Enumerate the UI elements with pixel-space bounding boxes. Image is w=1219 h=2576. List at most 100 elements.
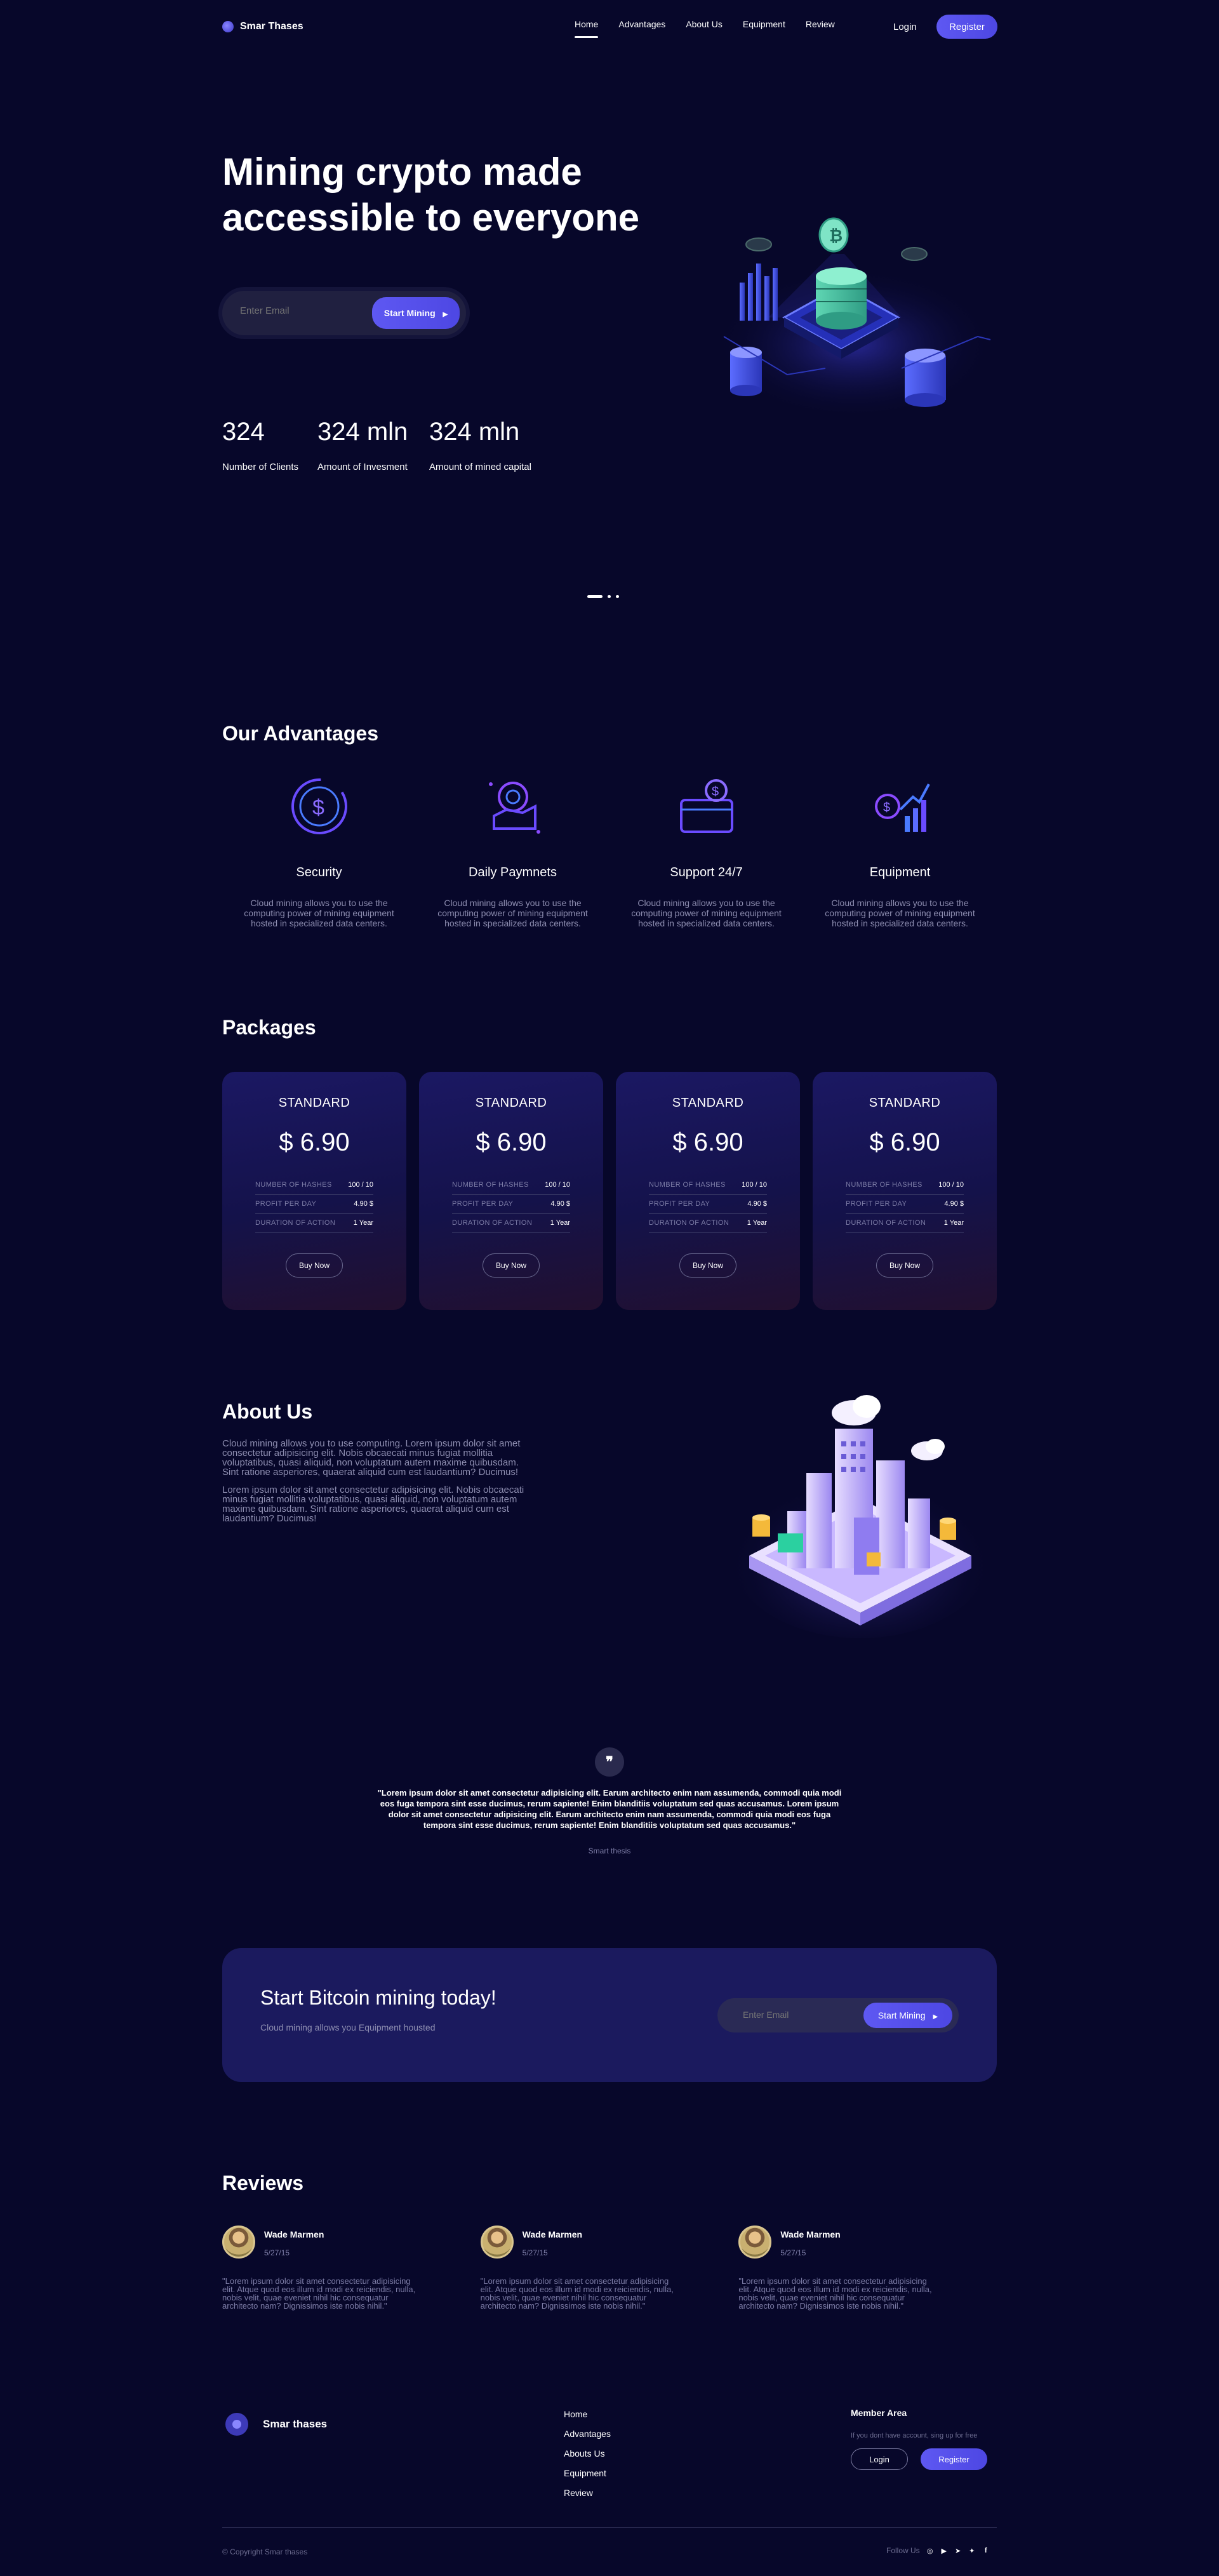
package-specs: NUMBER OF HASHES 100 / 10 PROFIT PER DAY 4…: [452, 1176, 570, 1233]
youtube-icon[interactable]: ▶: [940, 2547, 948, 2555]
spec-row: NUMBER OF HASHES 100 / 10: [846, 1176, 964, 1195]
stat-clients: 324 Number of Clients: [222, 416, 317, 472]
spec-row: PROFIT PER DAY 4.90 $: [846, 1195, 964, 1214]
package-name: STANDARD: [869, 1096, 941, 1110]
footer-register-button[interactable]: Register: [921, 2448, 987, 2470]
spec-key: DURATION OF ACTION: [255, 1219, 336, 1227]
package-name: STANDARD: [278, 1096, 350, 1110]
footer-link-equipment[interactable]: Equipment: [564, 2468, 611, 2478]
footer-divider: [222, 2527, 997, 2528]
stat-label: Number of Clients: [222, 462, 299, 472]
package-name: STANDARD: [672, 1096, 744, 1110]
blue-coin-stack-left: [730, 347, 762, 396]
buy-now-button[interactable]: Buy Now: [483, 1253, 540, 1278]
advantages-title: Our Advantages: [222, 722, 378, 745]
nav-login-link[interactable]: Login: [893, 22, 917, 32]
about-text: Cloud mining allows you to use computing…: [222, 1439, 533, 1523]
brand-logo[interactable]: Smar Thases: [222, 21, 303, 32]
hero-start-mining-button[interactable]: Start Mining ▶: [372, 297, 460, 329]
spec-row: PROFIT PER DAY 4.90 $: [452, 1195, 570, 1214]
footer-link-review[interactable]: Review: [564, 2488, 611, 2498]
spec-value: 100 / 10: [742, 1181, 767, 1189]
nav-register-button[interactable]: Register: [936, 15, 997, 39]
footer-link-about[interactable]: Abouts Us: [564, 2448, 611, 2459]
cta-start-mining-button[interactable]: Start Mining ▶: [863, 2003, 952, 2028]
advantage-desc: Cloud mining allows you to use the compu…: [437, 898, 588, 928]
spec-value: 1 Year: [353, 1219, 373, 1227]
review-card: Wade Marmen 5/27/15 "Lorem ipsum dolor s…: [222, 2226, 481, 2310]
advantage-desc: Cloud mining allows you to use the compu…: [825, 898, 975, 928]
member-area-title: Member Area: [851, 2408, 907, 2418]
hero-title: Mining crypto made accessible to everyon…: [222, 150, 640, 239]
spec-key: PROFIT PER DAY: [452, 1200, 514, 1208]
svg-text:$: $: [883, 801, 890, 815]
twitter-icon[interactable]: ✦: [968, 2547, 976, 2555]
stat-label: Amount of Invesment: [317, 462, 408, 472]
reviewer-name: Wade Marmen: [264, 2229, 324, 2239]
spec-key: PROFIT PER DAY: [255, 1200, 317, 1208]
review-date: 5/27/15: [522, 2248, 548, 2257]
nav-link-review[interactable]: Review: [806, 19, 835, 34]
buy-now-button[interactable]: Buy Now: [286, 1253, 343, 1278]
stat-value: 324 mln: [429, 418, 520, 446]
member-area-note: If you dont have account, sing up for fr…: [851, 2432, 978, 2439]
spec-key: PROFIT PER DAY: [649, 1200, 710, 1208]
hero-stats: 324 Number of Clients 324 mln Amount of …: [222, 416, 531, 472]
testimonial-author: Smart thesis: [588, 1846, 631, 1855]
mining-platform-illustration: ₿: [714, 217, 994, 413]
dollar-coin-icon: $: [291, 778, 347, 834]
instagram-icon[interactable]: ◎: [926, 2547, 934, 2555]
package-price: $ 6.90: [476, 1128, 547, 1156]
nav-link-about[interactable]: About Us: [686, 19, 723, 34]
advantage-card: $ Support 24/7 Cloud mining allows you t…: [610, 771, 803, 928]
bitcoin-glyph: ₿: [829, 226, 843, 245]
nav-link-home[interactable]: Home: [575, 19, 599, 38]
carousel-dot[interactable]: [587, 595, 603, 598]
buy-now-button[interactable]: Buy Now: [679, 1253, 736, 1278]
review-text: "Lorem ipsum dolor sit amet consectetur …: [738, 2276, 932, 2311]
telegram-icon[interactable]: ➤: [954, 2547, 962, 2555]
carousel-dot[interactable]: [616, 595, 619, 598]
nav-link-advantages[interactable]: Advantages: [618, 19, 665, 34]
package-name: STANDARD: [475, 1096, 547, 1110]
spec-key: PROFIT PER DAY: [846, 1200, 907, 1208]
stat-value: 324: [222, 418, 265, 446]
review-header: Wade Marmen 5/27/15: [738, 2226, 997, 2259]
brand-name: Smar Thases: [240, 21, 303, 32]
about-paragraph: Lorem ipsum dolor sit amet consectetur a…: [222, 1485, 524, 1524]
advantage-title: Daily Paymnets: [469, 865, 557, 879]
reviews-grid: Wade Marmen 5/27/15 "Lorem ipsum dolor s…: [222, 2226, 997, 2310]
cta-email-input[interactable]: [743, 2010, 844, 2020]
spec-row: PROFIT PER DAY 4.90 $: [649, 1195, 767, 1214]
footer-brand[interactable]: Smar thases: [225, 2413, 327, 2436]
stat-investment: 324 mln Amount of Invesment: [317, 416, 429, 472]
hero-carousel-dots: [587, 595, 619, 598]
advantage-desc: Cloud mining allows you to use the compu…: [631, 898, 782, 928]
about-paragraph: Cloud mining allows you to use computing…: [222, 1438, 521, 1478]
footer-login-button[interactable]: Login: [851, 2448, 908, 2470]
follow-label: Follow Us: [886, 2546, 920, 2555]
review-text: "Lorem ipsum dolor sit amet consectetur …: [222, 2276, 416, 2311]
buy-now-button[interactable]: Buy Now: [876, 1253, 933, 1278]
spec-row: DURATION OF ACTION 1 Year: [846, 1214, 964, 1233]
reviewer-name: Wade Marmen: [522, 2229, 583, 2239]
carousel-dot[interactable]: [608, 595, 611, 598]
footer-link-home[interactable]: Home: [564, 2409, 611, 2419]
package-card: STANDARD $ 6.90 NUMBER OF HASHES 100 / 10…: [222, 1072, 406, 1310]
nav-link-equipment[interactable]: Equipment: [743, 19, 785, 34]
hero-email-input[interactable]: [240, 305, 354, 316]
footer-link-advantages[interactable]: Advantages: [564, 2429, 611, 2439]
spec-row: DURATION OF ACTION 1 Year: [255, 1214, 373, 1233]
avatar: [222, 2226, 255, 2259]
spec-row: NUMBER OF HASHES 100 / 10: [255, 1176, 373, 1195]
cta-banner: Start Bitcoin mining today! Cloud mining…: [222, 1948, 997, 2082]
spec-key: DURATION OF ACTION: [846, 1219, 926, 1227]
review-header: Wade Marmen 5/27/15: [480, 2226, 739, 2259]
avatar: [480, 2226, 514, 2259]
spec-value: 4.90 $: [747, 1200, 767, 1208]
spec-key: DURATION OF ACTION: [649, 1219, 729, 1227]
payment-hand-icon: [488, 782, 540, 834]
facebook-icon[interactable]: f: [982, 2547, 990, 2554]
footer-brand-name: Smar thases: [263, 2418, 328, 2430]
footer-links: Home Advantages Abouts Us Equipment Revi…: [564, 2409, 611, 2498]
